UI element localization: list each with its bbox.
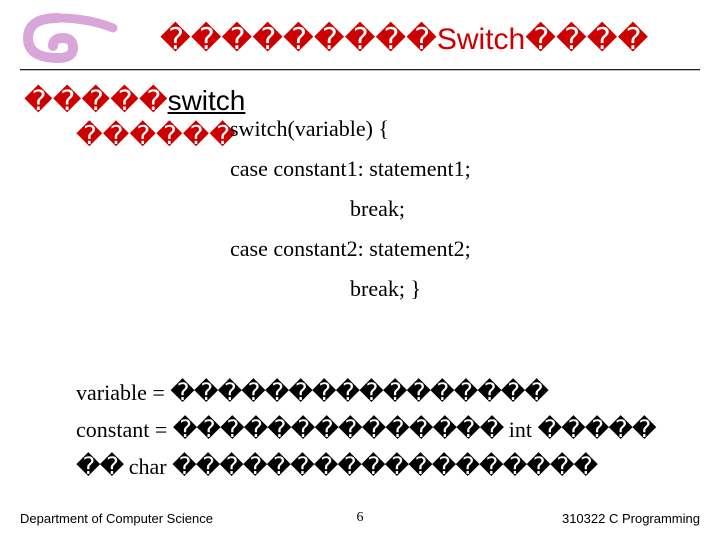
variable-boxes: ���������������� bbox=[170, 379, 548, 406]
slide-title: ���������Switch���� bbox=[160, 22, 700, 57]
title-boxes-left: ��������� bbox=[160, 23, 437, 56]
constant-note: constant = �������������� int ����� bbox=[76, 415, 712, 444]
title-underline bbox=[20, 69, 700, 70]
notes-block: variable = ���������������� constant = �… bbox=[76, 378, 712, 489]
int-word: int bbox=[503, 417, 537, 442]
footer-course: 310322 C Programming bbox=[562, 511, 700, 526]
decorative-swirl-icon bbox=[18, 8, 128, 68]
variable-note: variable = ���������������� bbox=[76, 378, 712, 407]
variable-label: variable = bbox=[76, 380, 170, 405]
code-block: switch(variable) { case constant1: state… bbox=[230, 118, 471, 318]
tail-boxes: �� bbox=[76, 453, 123, 480]
char-word: char bbox=[123, 454, 172, 479]
sub1-switch-word: switch bbox=[168, 85, 246, 116]
title-boxes-right: ���� bbox=[525, 23, 648, 56]
code-line-2: case constant1: statement1; bbox=[230, 158, 471, 180]
title-switch-word: Switch bbox=[437, 23, 525, 56]
sub1-boxes: ����� bbox=[24, 85, 168, 116]
code-line-3: break; bbox=[230, 198, 471, 220]
char-note: �� char ������������������ bbox=[76, 452, 712, 481]
constant-boxes: �������������� bbox=[173, 416, 504, 443]
code-line-5: break; } bbox=[230, 278, 471, 300]
subheading-2: ������ bbox=[76, 120, 236, 151]
constant-boxes-2: ����� bbox=[538, 416, 656, 443]
code-line-1: switch(variable) { bbox=[230, 118, 471, 140]
subheading-1: �����switch bbox=[24, 84, 245, 117]
code-line-4: case constant2: statement2; bbox=[230, 238, 471, 260]
constant-label: constant = bbox=[76, 417, 173, 442]
tail-boxes-2: ������������������ bbox=[172, 453, 597, 480]
sub2-boxes: ������ bbox=[76, 120, 236, 150]
